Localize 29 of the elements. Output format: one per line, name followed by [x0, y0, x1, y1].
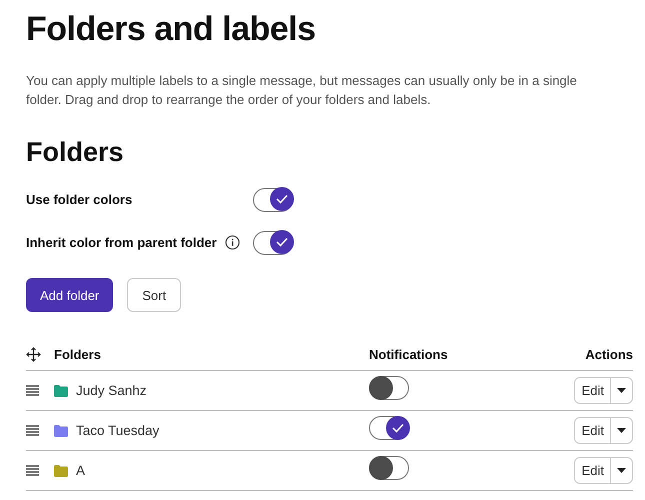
page-title: Folders and labels [26, 10, 317, 49]
toggle-switch[interactable] [369, 376, 409, 400]
toggle-switch[interactable] [253, 188, 293, 212]
caret-icon [617, 388, 626, 393]
folder-name: A [76, 463, 86, 478]
drag-handle-icon[interactable] [26, 425, 39, 436]
info-icon[interactable] [224, 235, 240, 250]
check-icon [276, 194, 288, 204]
toggle-switch[interactable] [369, 416, 409, 440]
setting-label: Inherit color from parent folder [26, 235, 217, 250]
sort-button[interactable]: Sort [127, 278, 182, 312]
check-icon [392, 422, 404, 432]
toggle-switch[interactable] [369, 456, 409, 480]
column-header: Folders [54, 346, 102, 362]
check-icon [276, 237, 288, 247]
column-header: Actions [585, 346, 633, 362]
caret-icon [617, 428, 626, 433]
drag-handle-icon[interactable] [26, 385, 39, 396]
caret-icon [617, 468, 626, 473]
section-title: Folders [26, 137, 125, 168]
add-button[interactable]: Add folder [26, 278, 114, 312]
folder-name: Judy Sanhz [76, 383, 147, 398]
column-header: Notifications [369, 346, 449, 362]
folder-name: Taco Tuesday [76, 423, 160, 438]
setting-label: Use folder colors [26, 192, 132, 207]
move-icon [26, 346, 41, 362]
toggle-switch[interactable] [253, 230, 293, 254]
description-text: You can apply multiple labels to a single message, but messages can usually only be in a single folder. Drag and drop to rearrange the order of your folders and labels. [26, 72, 578, 109]
drag-handle-icon[interactable] [26, 465, 39, 476]
